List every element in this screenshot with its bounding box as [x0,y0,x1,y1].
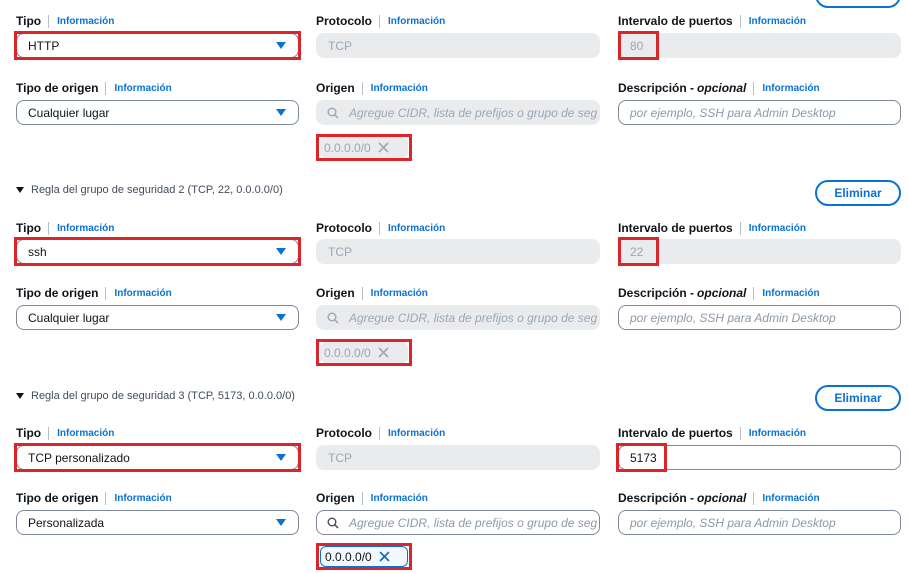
origen-label: Origen Información [316,286,428,300]
descripcion-input[interactable]: por ejemplo, SSH para Admin Desktop [618,100,901,125]
descripcion-label: Descripción - opcional Información [618,286,820,300]
search-icon [327,517,339,529]
protocolo-label: Protocolo Información [316,426,446,440]
search-icon [327,107,339,119]
tipo-origen-label: Tipo de origen Información [16,491,172,505]
puertos-input[interactable]: 5173 [618,445,901,470]
origen-info-link[interactable]: Información [371,493,428,504]
rule-3-heading[interactable]: Regla del grupo de seguridad 3 (TCP, 517… [16,390,295,402]
caret-down-icon [276,314,286,321]
tipo-origen-label: Tipo de origen Información [16,286,172,300]
protocolo-label: Protocolo Información [316,221,446,235]
remove-x-icon[interactable] [379,551,390,562]
tipo-select[interactable]: HTTP [16,33,299,58]
protocolo-field: TCP [316,33,600,58]
delete-button-label: Eliminar [834,391,882,405]
intervalo-info-link[interactable]: Información [749,223,806,234]
origen-label: Origen Información [316,81,428,95]
intervalo-label: Intervalo de puertos Información [618,14,806,28]
tipo-info-link[interactable]: Información [57,223,114,234]
tipo-origen-select[interactable]: Cualquier lugar [16,100,299,125]
remove-x-icon[interactable] [378,347,389,358]
descripcion-input[interactable]: por ejemplo, SSH para Admin Desktop [618,305,901,330]
intervalo-info-link[interactable]: Información [749,16,806,27]
cidr-token: 0.0.0.0/0 [320,137,408,158]
caret-down-icon [276,248,286,255]
descripcion-label: Descripción - opcional Información [618,81,820,95]
caret-down-icon [276,454,286,461]
tipo-select[interactable]: ssh [16,239,299,264]
origen-info-link[interactable]: Información [371,288,428,299]
protocolo-info-link[interactable]: Información [388,16,445,27]
delete-rule-2-button[interactable]: Eliminar [815,180,901,206]
tipo-origen-label: Tipo de origen Información [16,81,172,95]
tipo-origen-select[interactable]: Cualquier lugar [16,305,299,330]
protocolo-label: Protocolo Información [316,14,446,28]
tipo-origen-select[interactable]: Personalizada [16,510,299,535]
tipo-origen-info-link[interactable]: Información [114,493,171,504]
delete-rule-1-button[interactable]: Eliminar [815,0,901,8]
protocolo-field: TCP [316,239,600,264]
delete-button-label: Eliminar [834,186,882,200]
protocolo-info-link[interactable]: Información [388,223,445,234]
expand-triangle-icon [16,393,24,399]
origen-search-input: Agregue CIDR, lista de prefijos o grupo … [316,305,600,330]
tipo-origen-info-link[interactable]: Información [114,288,171,299]
protocolo-info-link[interactable]: Información [388,428,445,439]
tipo-label: Tipo Información [16,221,115,235]
descripcion-info-link[interactable]: Información [762,288,819,299]
tipo-info-link[interactable]: Información [57,428,114,439]
descripcion-info-link[interactable]: Información [762,493,819,504]
cidr-token: 0.0.0.0/0 [320,342,408,363]
tipo-select[interactable]: TCP personalizado [16,445,299,470]
delete-rule-3-button[interactable]: Eliminar [815,385,901,411]
puertos-field: 22 [618,239,901,264]
remove-x-icon[interactable] [378,142,389,153]
puertos-field: 80 [618,33,901,58]
protocolo-field: TCP [316,445,600,470]
intervalo-info-link[interactable]: Información [749,428,806,439]
intervalo-label: Intervalo de puertos Información [618,426,806,440]
rule-2-heading[interactable]: Regla del grupo de seguridad 2 (TCP, 22,… [16,184,283,196]
descripcion-info-link[interactable]: Información [762,83,819,94]
intervalo-label: Intervalo de puertos Información [618,221,806,235]
tipo-label: Tipo Información [16,14,115,28]
caret-down-icon [276,519,286,526]
expand-triangle-icon [16,187,24,193]
tipo-origen-info-link[interactable]: Información [114,83,171,94]
origen-search-input[interactable]: Agregue CIDR, lista de prefijos o grupo … [316,510,600,535]
caret-down-icon [276,42,286,49]
search-icon [327,312,339,324]
descripcion-input[interactable]: por ejemplo, SSH para Admin Desktop [618,510,901,535]
cidr-token: 0.0.0.0/0 [320,546,408,567]
origen-search-input: Agregue CIDR, lista de prefijos o grupo … [316,100,600,125]
origen-label: Origen Información [316,491,428,505]
caret-down-icon [276,109,286,116]
tipo-info-link[interactable]: Información [57,16,114,27]
origen-info-link[interactable]: Información [371,83,428,94]
delete-button-label: Eliminar [834,0,881,2]
descripcion-label: Descripción - opcional Información [618,491,820,505]
tipo-label: Tipo Información [16,426,115,440]
